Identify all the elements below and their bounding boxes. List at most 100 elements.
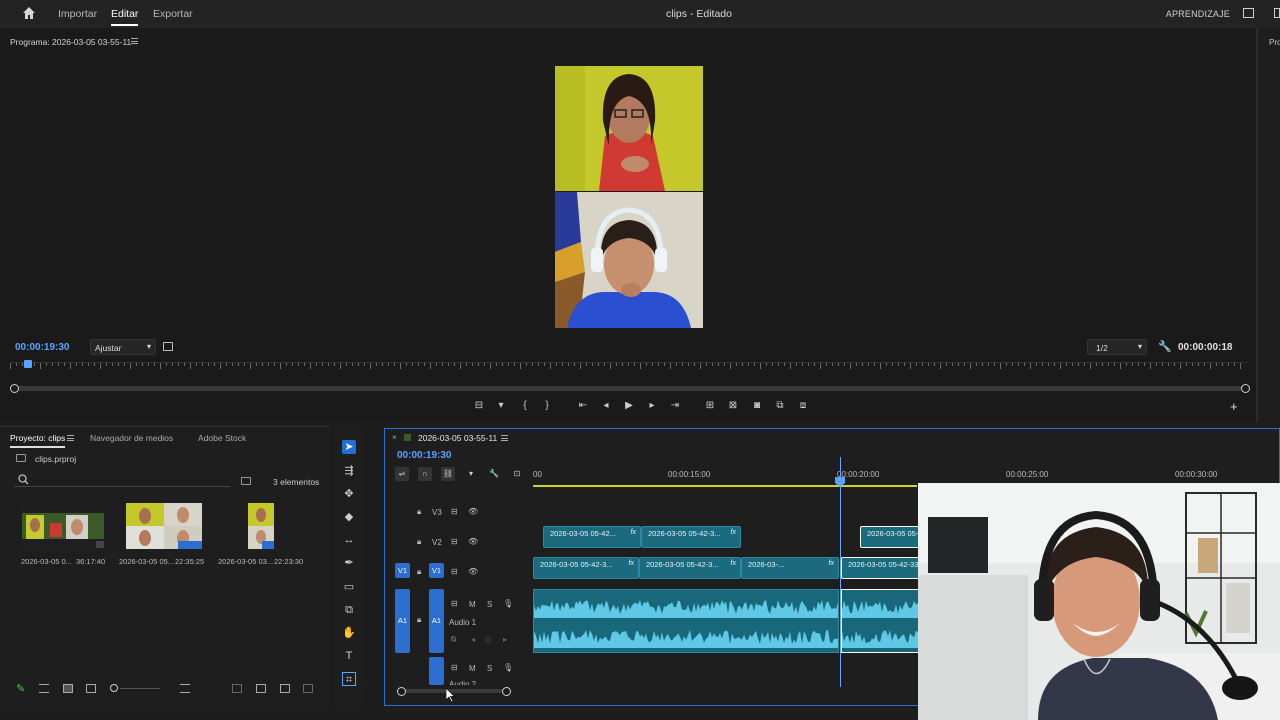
video-clip[interactable]: 2026-03-05 05-42... fx	[543, 526, 641, 548]
sync-lock-icon[interactable]: ⊟	[451, 537, 458, 546]
step-forward-icon[interactable]: ▸	[645, 400, 659, 411]
workspace-icon[interactable]	[1243, 8, 1254, 18]
mute-button[interactable]: M	[469, 600, 476, 609]
scroll-handle-left[interactable]	[397, 687, 406, 696]
program-timecode[interactable]: 00:00:19:30	[15, 342, 69, 353]
solo-button[interactable]: S	[487, 664, 492, 673]
timeline-timecode[interactable]: 00:00:19:30	[397, 450, 451, 461]
tab-project[interactable]: Proyecto: clips	[10, 433, 66, 448]
track-a1-badge[interactable]: A1	[429, 589, 444, 653]
track-a2-badge[interactable]	[429, 657, 444, 685]
go-to-in-icon[interactable]: ⇤	[576, 400, 590, 411]
program-title[interactable]: Programa: 2026-03-05 03-55-11	[10, 37, 131, 47]
add-marker-icon[interactable]: ▾	[464, 467, 478, 481]
pen-tool-icon[interactable]: ✒	[342, 556, 356, 570]
selection-tool-icon[interactable]: ➤	[342, 440, 356, 454]
tab-media-browser[interactable]: Navegador de medios	[90, 433, 173, 443]
zoom-handle-left[interactable]	[10, 384, 19, 393]
lock-icon[interactable]: 🔒︎	[417, 567, 421, 577]
tab-adobe-stock[interactable]: Adobe Stock	[198, 433, 246, 443]
close-icon[interactable]: ×	[392, 433, 397, 442]
new-bin-icon[interactable]	[241, 477, 251, 485]
pencil-icon[interactable]: ✎	[16, 682, 26, 695]
sync-lock-icon[interactable]: ⊟	[451, 663, 458, 672]
fit-select[interactable]: Ajustar ▾	[90, 339, 156, 355]
rectangle-icon[interactable]: ▭	[342, 580, 356, 594]
keyframe-add-icon[interactable]: ◇	[485, 635, 491, 644]
zoom-slider[interactable]	[120, 688, 160, 689]
audio-clip[interactable]	[533, 589, 839, 653]
solo-button[interactable]: S	[487, 600, 492, 609]
mark-out-icon[interactable]: }	[540, 400, 554, 411]
icon-view-icon[interactable]	[63, 684, 73, 693]
go-to-out-icon[interactable]: ⇥	[668, 400, 682, 411]
new-bin-icon[interactable]	[256, 684, 266, 693]
panel-menu-icon[interactable]	[67, 435, 74, 441]
trash-icon[interactable]	[303, 684, 313, 693]
ripple-edit-icon[interactable]: ✥	[342, 487, 356, 501]
volume-knob-icon[interactable]: ⍉	[451, 635, 456, 645]
fx-badge[interactable]: fx	[629, 560, 634, 567]
learn-button[interactable]: APRENDIZAJE	[1166, 9, 1230, 19]
sync-lock-icon[interactable]: ⊟	[451, 507, 458, 516]
resolution-select[interactable]: 1/2 ▾	[1087, 339, 1147, 355]
insert-icon[interactable]: ⊞	[703, 400, 717, 411]
lift-icon[interactable]: ⊟	[472, 400, 486, 411]
work-area-bar[interactable]	[533, 481, 917, 487]
clip-thumbnail[interactable]	[248, 503, 274, 549]
settings-wrench-icon[interactable]: 🔧	[1158, 340, 1172, 353]
automate-icon[interactable]	[232, 684, 242, 693]
lock-icon[interactable]: 🔒︎	[417, 537, 421, 547]
shape-icon[interactable]: ⧉	[342, 603, 356, 617]
eye-icon[interactable]: 👁︎	[468, 537, 478, 546]
fx-badge[interactable]: fx	[829, 560, 834, 567]
fx-badge[interactable]: fx	[731, 560, 736, 567]
trim-icon[interactable]: ⧈	[796, 400, 810, 411]
eye-icon[interactable]: 👁︎	[468, 507, 478, 516]
panel-menu-icon[interactable]	[501, 435, 508, 441]
slip-icon[interactable]: ↔	[342, 533, 356, 547]
track-v1-badge[interactable]: V1	[429, 563, 444, 578]
video-clip-selected[interactable]: 2026-03-05 05-42-33...	[841, 557, 920, 579]
lock-icon[interactable]: 🔒︎	[417, 615, 421, 625]
scroll-handle-right[interactable]	[502, 687, 511, 696]
hand-icon[interactable]: ✋	[342, 626, 356, 640]
video-clip[interactable]: 2026-03-05 05-42-3... fx	[641, 526, 741, 548]
microphone-icon[interactable]: 🎙︎	[503, 599, 513, 608]
mute-button[interactable]: M	[469, 664, 476, 673]
source-v1-badge[interactable]: V1	[395, 563, 410, 578]
snap-icon[interactable]: ∩	[418, 467, 432, 481]
panel-menu-icon[interactable]	[131, 38, 138, 44]
program-playhead[interactable]	[24, 360, 32, 368]
video-clip[interactable]: 2026-03-05 05-42-3... fx	[639, 557, 741, 579]
clip-thumbnail[interactable]	[22, 503, 104, 549]
nest-icon[interactable]: ⇌	[395, 467, 409, 481]
window-icon[interactable]	[1274, 8, 1280, 18]
search-input[interactable]	[14, 473, 230, 487]
program-zoom-scrollbar[interactable]	[10, 384, 1250, 393]
captions-icon[interactable]: ⌗	[342, 672, 356, 686]
compare-icon[interactable]: ⧉	[773, 400, 787, 411]
audio-clip-selected[interactable]	[841, 589, 920, 653]
mark-in-icon[interactable]: {	[518, 400, 532, 411]
video-clip-selected[interactable]: 2026-03-05 05-4	[860, 526, 920, 548]
clip-thumbnail[interactable]	[126, 503, 202, 549]
program-ruler[interactable]	[10, 362, 1248, 372]
zoom-handle-right[interactable]	[1241, 384, 1250, 393]
marker-icon[interactable]: ▾	[494, 400, 508, 411]
eye-icon[interactable]: 👁︎	[468, 567, 478, 576]
razor-icon[interactable]: ◆	[342, 510, 356, 524]
track-select-icon[interactable]: ⇶	[342, 464, 356, 478]
video-clip[interactable]: 2026-03-... fx	[741, 557, 839, 579]
add-button-icon[interactable]: +	[1230, 399, 1238, 414]
lock-icon[interactable]: 🔒︎	[417, 507, 421, 517]
export-frame-icon[interactable]: ◙	[750, 400, 764, 411]
new-item-icon[interactable]	[280, 684, 290, 693]
freeform-view-icon[interactable]	[86, 684, 96, 693]
step-back-icon[interactable]: ◂	[599, 400, 613, 411]
source-a1-badge[interactable]: A1	[395, 589, 410, 653]
overwrite-icon[interactable]: ⊠	[726, 400, 740, 411]
microphone-icon[interactable]: 🎙︎	[503, 663, 513, 672]
captions-display-icon[interactable]: ⊡	[510, 467, 524, 481]
sync-lock-icon[interactable]: ⊟	[451, 599, 458, 608]
